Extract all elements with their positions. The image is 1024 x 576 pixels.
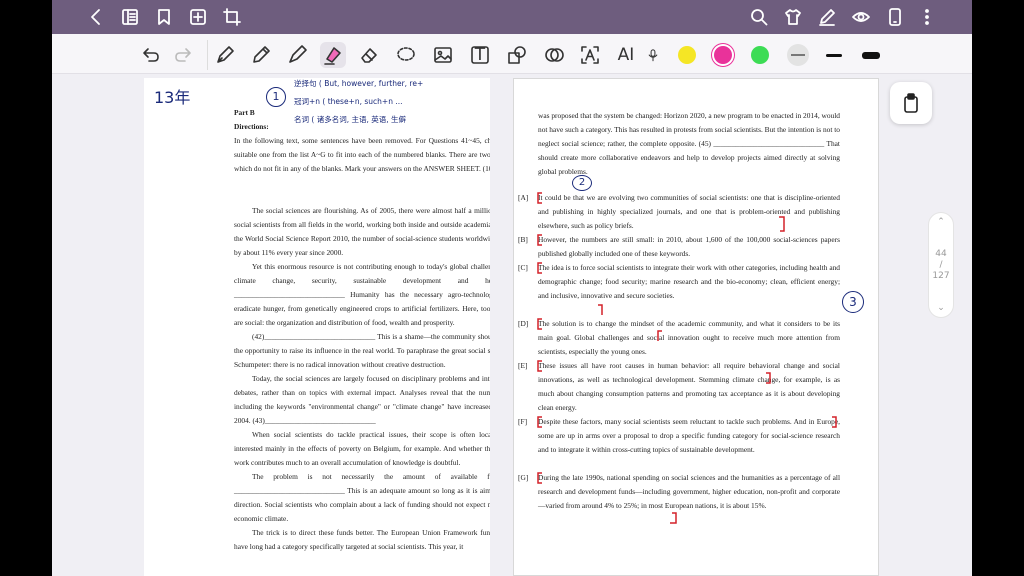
pencil-icon[interactable] bbox=[248, 42, 274, 68]
handwritten-year: 13年 bbox=[154, 88, 191, 107]
clipboard-button[interactable] bbox=[890, 82, 932, 124]
passage-paragraph: The problem is not necessarily the amoun… bbox=[234, 472, 490, 523]
image-icon[interactable] bbox=[430, 42, 456, 68]
more-icon[interactable] bbox=[915, 5, 939, 29]
option-letter: [D] bbox=[518, 319, 529, 328]
document-list-icon[interactable] bbox=[118, 5, 142, 29]
text-tool-label: T bbox=[474, 45, 486, 65]
option-letter: [G] bbox=[518, 473, 529, 482]
option-a: [A] It could be that we are evolving two … bbox=[518, 191, 840, 233]
option-text: During the late 1990s, national spending… bbox=[538, 473, 840, 510]
shirt-icon[interactable] bbox=[781, 5, 805, 29]
color-swatch-pink[interactable] bbox=[714, 46, 732, 64]
handwritten-note-line-1: 逆择句 ( But, however, further, re+ bbox=[294, 79, 424, 88]
option-text: Despite these factors, many social scien… bbox=[538, 417, 840, 454]
handwritten-note-line-2: 冠词+n ( these+n, such+n ... bbox=[294, 97, 403, 106]
chevron-down-icon[interactable]: ⌄ bbox=[937, 303, 945, 313]
option-letter: [E] bbox=[518, 361, 528, 370]
color-swatch-green[interactable] bbox=[751, 46, 769, 64]
option-f: [F] Despite these factors, many social sc… bbox=[518, 415, 840, 457]
option-letter: [C] bbox=[518, 263, 528, 272]
option-text: It could be that we are evolving two com… bbox=[538, 193, 840, 230]
toolbar-divider bbox=[207, 40, 208, 70]
search-icon[interactable] bbox=[747, 5, 771, 29]
directions-label: Directions: bbox=[234, 122, 269, 131]
crop-icon[interactable] bbox=[220, 5, 244, 29]
handwritten-note-line-3: 名词 ( 诸多名词, 主语, 英语, 生僻 bbox=[294, 115, 406, 124]
stroke-width-thick[interactable] bbox=[862, 52, 880, 59]
option-text: The idea is to force social scientists t… bbox=[538, 263, 840, 300]
option-e: [E] These issues all have root causes in … bbox=[518, 359, 840, 415]
passage-paragraph: Today, the social sciences are largely f… bbox=[234, 374, 490, 425]
passage-paragraph: Yet this enormous resource is not contri… bbox=[234, 262, 490, 327]
option-text: The solution is to change the mindset of… bbox=[538, 319, 840, 356]
passage-paragraph: The social sciences are flourishing. As … bbox=[234, 206, 490, 257]
phone-icon[interactable] bbox=[883, 5, 907, 29]
app-screen: T AI 13年 1 逆择句 ( But, however, further, … bbox=[52, 0, 972, 576]
undo-icon[interactable] bbox=[138, 42, 164, 68]
top-bar bbox=[52, 0, 972, 34]
option-c: [C] The idea is to force social scientist… bbox=[518, 261, 840, 303]
add-page-icon[interactable] bbox=[186, 5, 210, 29]
option-letter: [F] bbox=[518, 417, 528, 426]
clipboard-icon bbox=[904, 93, 918, 113]
text-recognize-icon[interactable] bbox=[577, 42, 603, 68]
shapes-icon[interactable] bbox=[504, 42, 530, 68]
ocr-icon[interactable] bbox=[541, 42, 567, 68]
option-letter: [B] bbox=[518, 235, 528, 244]
lasso-icon[interactable] bbox=[393, 42, 419, 68]
option-text: These issues all have root causes in hum… bbox=[538, 361, 840, 412]
chevron-up-icon[interactable]: ⌃ bbox=[937, 217, 945, 227]
bookmark-icon[interactable] bbox=[152, 5, 176, 29]
passage: The social sciences are flourishing. As … bbox=[234, 204, 490, 554]
drawing-toolbar: T AI bbox=[52, 34, 972, 74]
directions-text: In the following text, some sentences ha… bbox=[234, 136, 490, 173]
pdf-page-left[interactable]: 13年 1 逆择句 ( But, however, further, re+ 冠… bbox=[144, 78, 490, 576]
back-icon[interactable] bbox=[84, 5, 108, 29]
handwritten-circle-3: 3 bbox=[842, 291, 864, 313]
color-swatch-gray[interactable] bbox=[787, 44, 809, 66]
pdf-page-right[interactable]: was proposed that the system be changed:… bbox=[513, 78, 879, 576]
option-text: However, the numbers are still small: in… bbox=[538, 235, 840, 258]
page-scroll-widget[interactable]: ⌃ 44 / 127 ⌄ bbox=[928, 212, 954, 318]
handwritten-circle-1: 1 bbox=[266, 87, 286, 107]
pen-edit-icon[interactable] bbox=[815, 5, 839, 29]
eraser-icon[interactable] bbox=[356, 42, 382, 68]
ai-icon[interactable]: AI bbox=[613, 42, 639, 68]
highlighter-icon[interactable] bbox=[320, 42, 346, 68]
text-tool-icon[interactable]: T bbox=[467, 42, 493, 68]
ballpoint-icon[interactable] bbox=[284, 42, 310, 68]
handwritten-circle-2: 2 bbox=[572, 175, 592, 191]
fountain-pen-icon[interactable] bbox=[212, 42, 238, 68]
part-heading: Part B bbox=[234, 108, 255, 117]
mic-icon[interactable] bbox=[646, 42, 660, 68]
page-separator: / bbox=[939, 259, 943, 270]
option-d: [D] The solution is to change the mindset… bbox=[518, 317, 840, 359]
passage-paragraph: The trick is to direct these funds bette… bbox=[234, 528, 490, 551]
redo-icon[interactable] bbox=[170, 42, 196, 68]
passage-paragraph: (42)______________________________ This … bbox=[234, 332, 490, 369]
passage-paragraph: When social scientists do tackle practic… bbox=[234, 430, 490, 467]
stroke-width-medium[interactable] bbox=[826, 54, 842, 57]
option-b: [B] However, the numbers are still small:… bbox=[518, 233, 840, 261]
option-letter: [A] bbox=[518, 193, 529, 202]
eye-icon[interactable] bbox=[849, 5, 873, 29]
option-g: [G] During the late 1990s, national spend… bbox=[518, 471, 840, 513]
total-pages: 127 bbox=[932, 270, 950, 281]
color-swatch-yellow[interactable] bbox=[678, 46, 696, 64]
current-page: 44 bbox=[935, 248, 947, 259]
page-indicator: 44 / 127 bbox=[932, 249, 949, 282]
ai-label: AI bbox=[617, 45, 635, 65]
passage-continued: was proposed that the system be changed:… bbox=[538, 111, 840, 176]
